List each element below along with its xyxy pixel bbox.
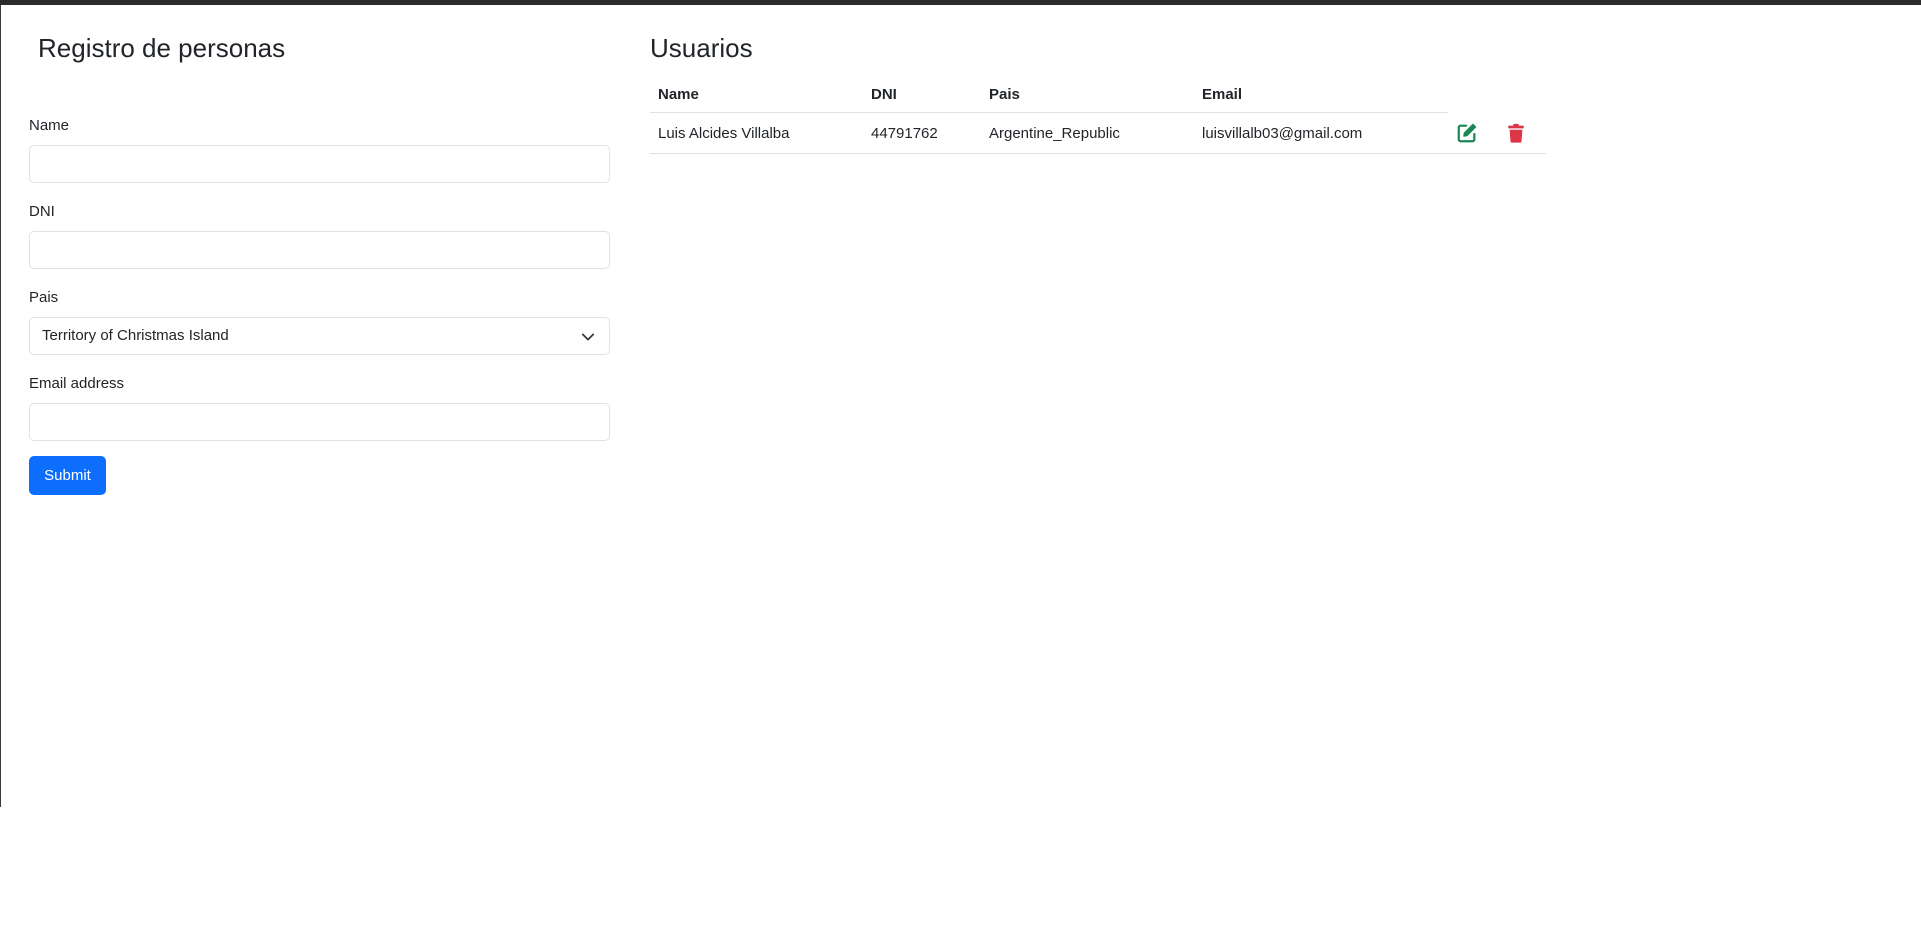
email-input[interactable]: [29, 403, 610, 441]
users-table: Name DNI Pais Email Luis Alcides Villalb…: [650, 76, 1546, 154]
column-header-pais: Pais: [981, 76, 1194, 113]
pais-selected-value: Territory of Christmas Island: [42, 327, 229, 344]
dni-field-group: DNI: [29, 202, 610, 269]
users-title: Usuarios: [650, 33, 753, 63]
cell-edit: [1448, 112, 1497, 154]
submit-button[interactable]: Submit: [29, 456, 106, 495]
name-field-group: Name: [29, 116, 610, 183]
email-field-group: Email address: [29, 374, 610, 441]
users-section: Usuarios Name DNI Pais Email Luis Alcide…: [650, 30, 1550, 154]
edit-icon[interactable]: [1456, 122, 1478, 144]
table-header-row: Name DNI Pais Email: [650, 76, 1546, 113]
trash-icon[interactable]: [1505, 122, 1527, 144]
dni-input[interactable]: [29, 231, 610, 269]
name-label: Name: [29, 117, 70, 134]
cell-name: Luis Alcides Villalba: [650, 112, 863, 154]
cell-dni: 44791762: [863, 112, 981, 154]
registration-form: Registro de personas Name DNI Pais Terri…: [29, 30, 610, 495]
column-header-delete: [1497, 76, 1546, 113]
dni-label: DNI: [29, 203, 55, 220]
pais-label: Pais: [29, 289, 59, 306]
column-header-email: Email: [1194, 76, 1448, 113]
column-header-name: Name: [650, 76, 863, 113]
pais-field-group: Pais Territory of Christmas Island: [29, 288, 610, 355]
column-header-dni: DNI: [863, 76, 981, 113]
browser-top-bar: [0, 0, 1921, 5]
email-label: Email address: [29, 375, 125, 392]
window-left-edge: [0, 5, 1, 807]
table-row: Luis Alcides Villalba 44791762 Argentine…: [650, 112, 1546, 154]
cell-email: luisvillalb03@gmail.com: [1194, 112, 1448, 154]
cell-pais: Argentine_Republic: [981, 112, 1194, 154]
column-header-edit: [1448, 76, 1497, 113]
name-input[interactable]: [29, 145, 610, 183]
pais-select[interactable]: Territory of Christmas Island: [29, 317, 610, 355]
cell-delete: [1497, 112, 1546, 154]
chevron-down-icon: [581, 333, 595, 341]
form-title: Registro de personas: [38, 33, 286, 63]
